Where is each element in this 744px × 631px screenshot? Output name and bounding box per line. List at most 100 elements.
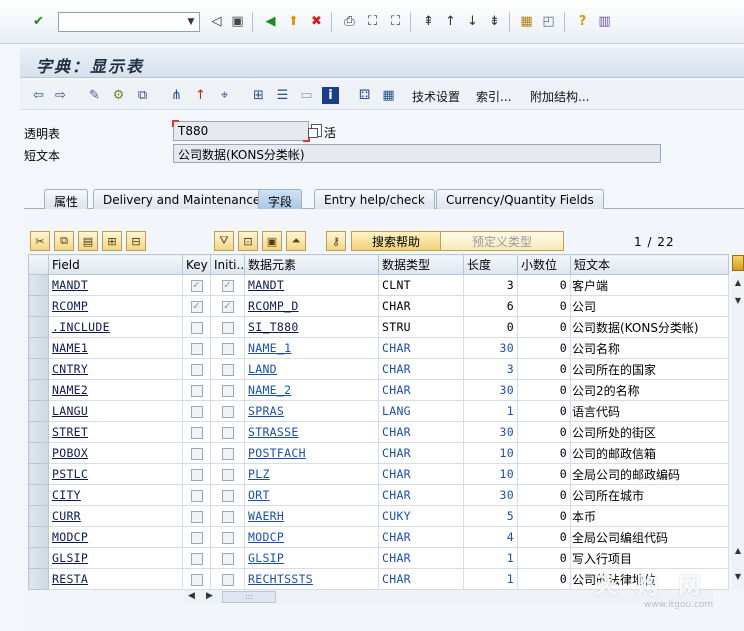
decimals-cell[interactable]: 0: [517, 274, 571, 296]
field-name-cell-text[interactable]: PSTLC: [52, 467, 88, 481]
field-name-cell-text[interactable]: CNTRY: [52, 362, 88, 376]
key-checkbox[interactable]: [190, 573, 203, 586]
length-cell[interactable]: 1: [463, 547, 518, 569]
row-selector[interactable]: [28, 547, 49, 569]
field-name-cell-text[interactable]: GLSIP: [52, 551, 88, 565]
scroll-down-icon[interactable]: ▼: [732, 294, 744, 306]
row-selector[interactable]: [28, 484, 49, 506]
data-element-cell-text[interactable]: PLZ: [248, 467, 270, 481]
key-checkbox[interactable]: [190, 552, 203, 565]
data-type-cell[interactable]: CHAR: [378, 379, 464, 401]
data-type-cell[interactable]: CHAR: [378, 484, 464, 506]
save-icon[interactable]: ▣: [229, 13, 246, 30]
decimals-cell[interactable]: 0: [517, 337, 571, 359]
data-element-cell[interactable]: WAERH: [244, 505, 379, 527]
data-element-cell-text[interactable]: RCOMP_D: [248, 299, 299, 313]
data-type-cell[interactable]: CHAR: [378, 337, 464, 359]
initial-checkbox[interactable]: [221, 363, 234, 376]
data-element-cell-text[interactable]: LAND: [248, 362, 277, 376]
data-element-cell[interactable]: MANDT: [244, 274, 379, 296]
initial-checkbox[interactable]: [221, 384, 234, 397]
data-type-cell[interactable]: CHAR: [378, 442, 464, 464]
data-element-cell-text[interactable]: POSTFACH: [248, 446, 306, 460]
table-row[interactable]: RCOMP ✓ ✓ RCOMP_D CHAR 6 0 公司: [28, 295, 729, 317]
decimals-cell[interactable]: 0: [517, 463, 571, 485]
key-checkbox[interactable]: [190, 321, 203, 334]
field-name-cell-text[interactable]: NAME2: [52, 383, 88, 397]
key-checkbox[interactable]: [190, 531, 203, 544]
field-name-cell[interactable]: NAME1: [48, 337, 183, 359]
first-page-icon[interactable]: ⇞: [420, 13, 437, 30]
data-type-cell[interactable]: CHAR: [378, 295, 464, 317]
short-text-cell[interactable]: 语言代码: [570, 400, 729, 422]
decimals-cell[interactable]: 0: [517, 358, 571, 380]
field-name-cell[interactable]: NAME2: [48, 379, 183, 401]
row-selector[interactable]: [28, 421, 49, 443]
delete-row-icon[interactable]: ⊟: [126, 231, 146, 251]
decimals-cell[interactable]: 0: [517, 526, 571, 548]
column-header-length[interactable]: 长度: [463, 254, 518, 275]
worklist-icon[interactable]: ▭: [298, 87, 315, 104]
field-name-cell[interactable]: RESTA: [48, 568, 183, 590]
field-name-cell-text[interactable]: POBOX: [52, 446, 88, 460]
initial-checkbox[interactable]: [221, 510, 234, 523]
layout-icon[interactable]: ▥: [596, 13, 613, 30]
table-row[interactable]: MODCP MODCP CHAR 4 0 全局公司编组代码: [28, 526, 729, 548]
short-text-cell[interactable]: 写入行项目: [570, 547, 729, 569]
navigation-window-icon[interactable]: ☰: [274, 87, 291, 104]
field-name-cell[interactable]: GLSIP: [48, 547, 183, 569]
row-select-header[interactable]: [28, 254, 49, 275]
key-checkbox[interactable]: [190, 363, 203, 376]
key-checkbox[interactable]: [190, 384, 203, 397]
initial-checkbox[interactable]: [221, 468, 234, 481]
data-element-cell-text[interactable]: MANDT: [248, 278, 284, 292]
row-selector[interactable]: [28, 526, 49, 548]
data-element-cell[interactable]: STRASSE: [244, 421, 379, 443]
activate-icon[interactable]: ↑: [192, 87, 209, 104]
copy-row-icon[interactable]: ⧉: [54, 231, 74, 251]
append-structure-button[interactable]: 附加结构...: [530, 88, 589, 105]
cancel-icon[interactable]: ✖: [308, 13, 325, 30]
row-selector[interactable]: [28, 274, 49, 296]
length-cell[interactable]: 10: [463, 463, 518, 485]
exit-icon[interactable]: ⬆: [285, 13, 302, 30]
print-icon[interactable]: ⎙: [341, 13, 358, 30]
row-selector[interactable]: [28, 337, 49, 359]
shortcut-icon[interactable]: ◰: [540, 13, 557, 30]
decimals-cell[interactable]: 0: [517, 442, 571, 464]
column-header-field[interactable]: Field: [48, 254, 183, 275]
column-header-data-type[interactable]: 数据类型: [378, 254, 464, 275]
length-cell[interactable]: 1: [463, 568, 518, 590]
object-list-icon[interactable]: ⊞: [250, 87, 267, 104]
length-cell[interactable]: 6: [463, 295, 518, 317]
back-icon[interactable]: ◁: [208, 13, 225, 30]
field-name-cell-text[interactable]: STRET: [52, 425, 88, 439]
scroll-down-icon[interactable]: ▼: [732, 570, 744, 582]
tech-settings-button[interactable]: 技术设置: [412, 88, 460, 105]
command-field[interactable]: ▼: [58, 12, 200, 32]
contents-icon[interactable]: ▦: [380, 87, 397, 104]
field-name-cell-text[interactable]: NAME1: [52, 341, 88, 355]
decimals-cell[interactable]: 0: [517, 484, 571, 506]
data-element-cell[interactable]: SPRAS: [244, 400, 379, 422]
key-checkbox[interactable]: ✓: [190, 279, 203, 292]
table-row[interactable]: CNTRY LAND CHAR 3 0 公司所在的国家: [28, 358, 729, 380]
short-text-cell[interactable]: 公司所处的街区: [570, 421, 729, 443]
select-all-icon[interactable]: ⊡: [238, 231, 258, 251]
data-element-cell-text[interactable]: GLSIP: [248, 551, 284, 565]
decimals-cell[interactable]: 0: [517, 379, 571, 401]
data-element-cell[interactable]: POSTFACH: [244, 442, 379, 464]
field-name-cell-text[interactable]: LANGU: [52, 404, 88, 418]
table-row[interactable]: LANGU SPRAS LANG 1 0 语言代码: [28, 400, 729, 422]
deselect-icon[interactable]: ▣: [262, 231, 282, 251]
cut-icon[interactable]: ✂: [30, 231, 50, 251]
data-element-cell[interactable]: NAME_2: [244, 379, 379, 401]
initial-checkbox[interactable]: [221, 342, 234, 355]
info-icon[interactable]: i: [322, 87, 339, 104]
short-text-cell[interactable]: 公司: [570, 295, 729, 317]
data-element-cell-text[interactable]: NAME_1: [248, 341, 291, 355]
table-row[interactable]: NAME1 NAME_1 CHAR 30 0 公司名称: [28, 337, 729, 359]
initial-checkbox[interactable]: ✓: [221, 279, 234, 292]
initial-checkbox[interactable]: ✓: [221, 300, 234, 313]
decimals-cell[interactable]: 0: [517, 400, 571, 422]
